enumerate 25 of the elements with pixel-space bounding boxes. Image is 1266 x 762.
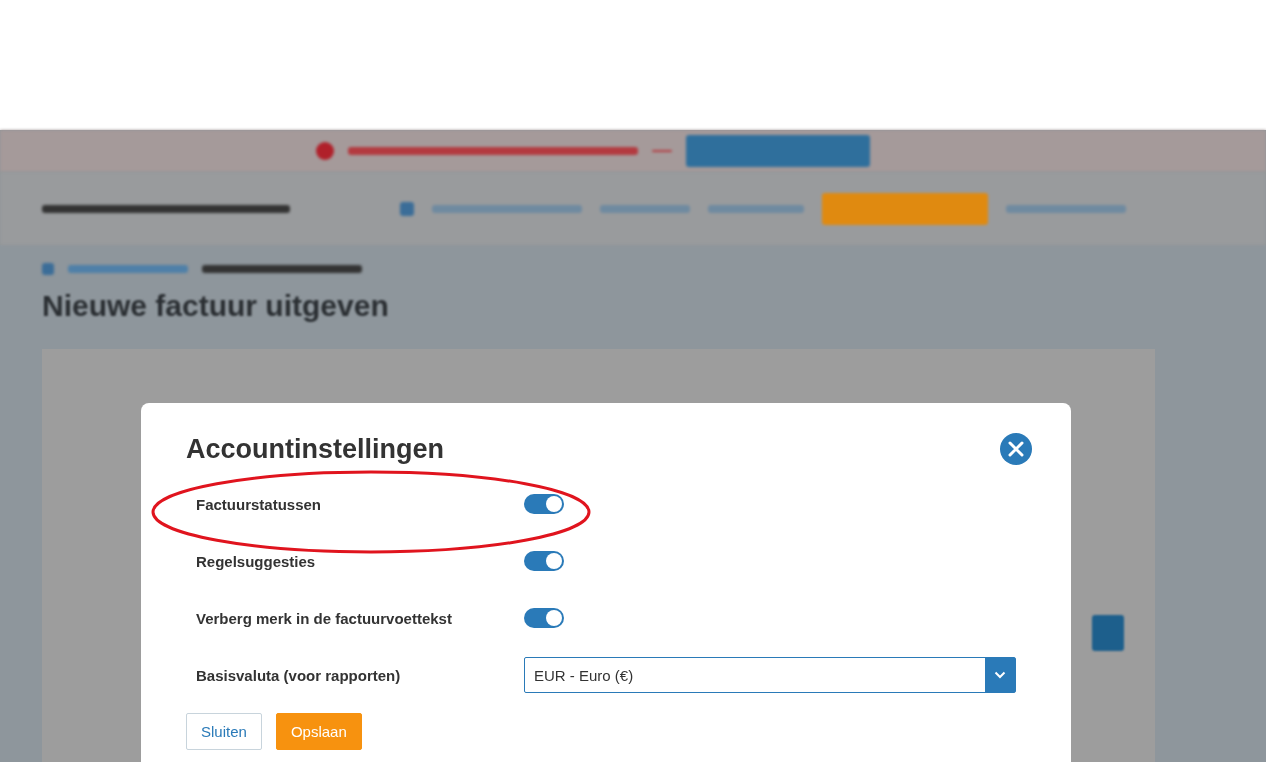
- toggle-switch[interactable]: [524, 494, 564, 514]
- breadcrumb-link[interactable]: [68, 265, 188, 273]
- nav-link[interactable]: [708, 204, 804, 213]
- setting-label: Factuurstatussen: [196, 495, 323, 513]
- page-heading: Nieuwe factuur uitgeven: [42, 289, 390, 323]
- setting-label: Regelsuggesties: [196, 552, 317, 570]
- setting-label: Basisvaluta (voor rapporten): [196, 666, 402, 684]
- close-icon: [1007, 440, 1025, 458]
- toggle-switch[interactable]: [524, 551, 564, 571]
- close-dialog-button[interactable]: Sluiten: [186, 713, 262, 750]
- home-icon[interactable]: [400, 201, 414, 216]
- create-invoice-button[interactable]: [822, 192, 988, 225]
- dialog-title: Accountinstellingen: [186, 433, 445, 465]
- warning-icon: [316, 142, 334, 160]
- subscribe-button[interactable]: [686, 135, 870, 167]
- nav-link[interactable]: [432, 204, 582, 213]
- chevron-down-icon: [994, 671, 1006, 679]
- setting-label: Verberg merk in de factuurvoettekst: [196, 609, 453, 627]
- currency-select[interactable]: EUR - Euro (€): [524, 657, 1016, 693]
- add-button[interactable]: [1092, 615, 1124, 651]
- home-icon[interactable]: [42, 263, 54, 275]
- account-link[interactable]: [1006, 204, 1126, 213]
- close-button[interactable]: [1000, 433, 1032, 465]
- nav-link[interactable]: [600, 204, 690, 213]
- toggle-switch[interactable]: [524, 608, 564, 628]
